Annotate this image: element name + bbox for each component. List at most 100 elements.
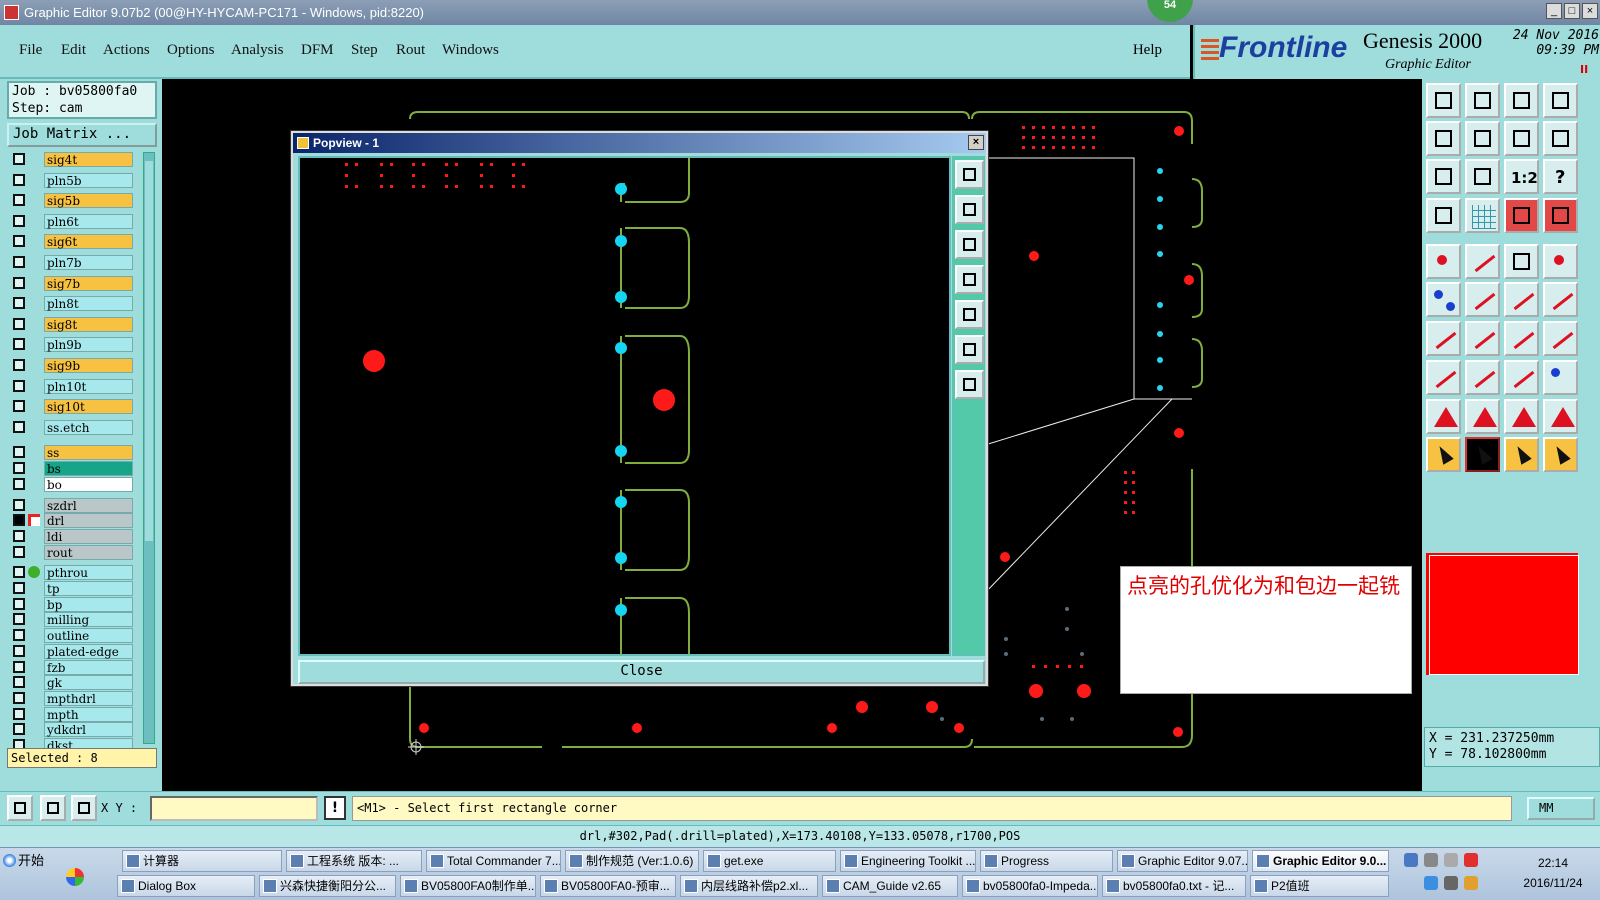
- task-button-8[interactable]: Graphic Editor 9.0...: [1252, 850, 1389, 872]
- close-button[interactable]: ×: [1582, 3, 1598, 19]
- task-button-3[interactable]: 制作规范 (Ver:1.0.6): [565, 850, 699, 872]
- layer-name[interactable]: gk: [44, 675, 133, 691]
- arc-icon[interactable]: [1504, 321, 1539, 356]
- job-matrix-button[interactable]: Job Matrix ...: [7, 123, 157, 147]
- blue-shape-icon[interactable]: [1543, 360, 1578, 395]
- task-button-7[interactable]: Graphic Editor 9.07...: [1117, 850, 1248, 872]
- pan-left-icon[interactable]: [1426, 121, 1461, 156]
- menu-step[interactable]: Step: [351, 42, 378, 59]
- snap-icon[interactable]: [7, 795, 33, 821]
- tray-clock[interactable]: 22:14 2016/11/24: [1510, 853, 1596, 893]
- layer-checkbox[interactable]: [13, 613, 25, 626]
- measure-icon[interactable]: [1426, 399, 1461, 434]
- layer-row-pln7b[interactable]: pln7b: [7, 255, 149, 270]
- layer-row-sig6t[interactable]: sig6t: [7, 234, 149, 250]
- layer-row-pln6t[interactable]: pln6t: [7, 213, 149, 229]
- popview-pan-left-icon[interactable]: [955, 265, 984, 294]
- slash-icon[interactable]: [1465, 321, 1500, 356]
- xy-input[interactable]: [150, 796, 318, 821]
- layer-name[interactable]: pln10t: [44, 378, 133, 394]
- layer-row-pln10t[interactable]: pln10t: [7, 378, 149, 394]
- tray-network-icon[interactable]: [1404, 853, 1418, 867]
- layer-checkbox[interactable]: [13, 235, 25, 248]
- task-button-row2-3[interactable]: BV05800FA0-预审...: [540, 875, 676, 897]
- zoom-out-icon[interactable]: [1465, 83, 1500, 118]
- layer-checkbox[interactable]: [13, 256, 25, 268]
- layer-name[interactable]: sig6t: [44, 234, 133, 250]
- layer-name[interactable]: szdrl: [44, 497, 133, 513]
- tray-volume-icon[interactable]: [1444, 876, 1458, 890]
- layer-checkbox[interactable]: [13, 566, 25, 579]
- layer-checkbox[interactable]: [13, 338, 25, 351]
- layer-row-outline[interactable]: outline: [7, 628, 149, 644]
- layer-row-szdrl[interactable]: szdrl: [7, 497, 149, 513]
- layer-checkbox[interactable]: [13, 723, 25, 736]
- popview-center-icon[interactable]: [955, 370, 984, 399]
- task-button-row2-4[interactable]: 内层线路补偿p2.xl...: [680, 875, 818, 897]
- layer-name[interactable]: ss: [44, 445, 133, 461]
- layer-checkbox[interactable]: [13, 477, 25, 490]
- layer-checkbox[interactable]: [13, 676, 25, 689]
- zoom-center-icon[interactable]: [1465, 159, 1500, 194]
- popview-pan-right-icon[interactable]: [955, 300, 984, 329]
- layer-name[interactable]: mpth: [44, 706, 133, 722]
- layer-row-ydkdrl[interactable]: ydkdrl: [7, 722, 149, 738]
- layer-name[interactable]: sig9b: [44, 358, 133, 373]
- task-button-row2-5[interactable]: CAM_Guide v2.65: [822, 875, 958, 897]
- pan-both-icon[interactable]: [1504, 121, 1539, 156]
- settings-icon[interactable]: [1426, 198, 1461, 233]
- layer-row-sig10t[interactable]: sig10t: [7, 399, 149, 415]
- task-button-row2-2[interactable]: BV05800FA0制作单...: [400, 875, 536, 897]
- text-icon[interactable]: [1465, 399, 1500, 434]
- menu-file[interactable]: File: [19, 42, 42, 59]
- layer-row-plated-edge[interactable]: plated-edge: [7, 643, 149, 659]
- layer-row-bo[interactable]: bo: [7, 476, 149, 492]
- task-button-row2-8[interactable]: P2值班: [1250, 875, 1389, 897]
- layer-name[interactable]: ydkdrl: [44, 722, 133, 738]
- popview-canvas[interactable]: [298, 156, 951, 656]
- layer-checkbox[interactable]: [13, 514, 25, 527]
- popview-fit-icon[interactable]: [955, 335, 984, 364]
- layer-scrollbar[interactable]: [143, 152, 155, 744]
- box-icon[interactable]: [1504, 360, 1539, 395]
- layer-row-sig5b[interactable]: sig5b: [7, 193, 149, 209]
- measure-snap-icon[interactable]: [40, 795, 66, 821]
- select-icon[interactable]: [1465, 437, 1500, 472]
- layer-name[interactable]: pthrou: [44, 565, 133, 581]
- layer-checkbox[interactable]: [13, 691, 25, 704]
- quicklaunch-icon[interactable]: [66, 868, 84, 886]
- minimize-button[interactable]: _: [1546, 3, 1562, 19]
- pad-icon[interactable]: [1426, 244, 1461, 279]
- layer-name[interactable]: sig7b: [44, 275, 133, 291]
- layer-name[interactable]: mpthdrl: [44, 690, 133, 706]
- fit-icon[interactable]: [1543, 83, 1578, 118]
- layer-row-bs[interactable]: bs: [7, 461, 149, 477]
- line-icon[interactable]: [1504, 282, 1539, 317]
- task-button-2[interactable]: Total Commander 7...: [426, 850, 561, 872]
- layer-name[interactable]: sig10t: [44, 399, 133, 415]
- layer-row-sig8t[interactable]: sig8t: [7, 316, 149, 332]
- tray-warning-icon[interactable]: [1464, 876, 1478, 890]
- layer-name[interactable]: pln5b: [44, 172, 133, 188]
- task-button-6[interactable]: Progress: [980, 850, 1113, 872]
- task-button-row2-7[interactable]: bv05800fa0.txt - 记...: [1102, 875, 1246, 897]
- layer-name[interactable]: sig4t: [44, 152, 133, 167]
- layer-name[interactable]: milling: [44, 612, 133, 628]
- menu-windows[interactable]: Windows: [442, 42, 499, 59]
- layer-checkbox[interactable]: [13, 400, 25, 413]
- units-selector[interactable]: MM: [1527, 797, 1595, 820]
- layer-name[interactable]: pln9b: [44, 337, 133, 353]
- popview-pan-up-icon[interactable]: [955, 195, 984, 224]
- layer-checkbox[interactable]: [13, 707, 25, 720]
- layer-row-ss.etch[interactable]: ss.etch: [7, 419, 149, 435]
- layer-name[interactable]: tp: [44, 581, 133, 596]
- layer-name[interactable]: pln8t: [44, 296, 133, 312]
- menu-actions[interactable]: Actions: [103, 42, 150, 59]
- home-icon[interactable]: [1504, 83, 1539, 118]
- layer-checkbox[interactable]: [13, 582, 25, 594]
- layer-row-rout[interactable]: rout: [7, 544, 149, 560]
- task-button-row2-1[interactable]: 兴森快捷衡阳分公...: [259, 875, 396, 897]
- pointer-icon[interactable]: [1426, 437, 1461, 472]
- layer-checkbox[interactable]: [13, 379, 25, 392]
- line-arrow-icon[interactable]: [1543, 282, 1578, 317]
